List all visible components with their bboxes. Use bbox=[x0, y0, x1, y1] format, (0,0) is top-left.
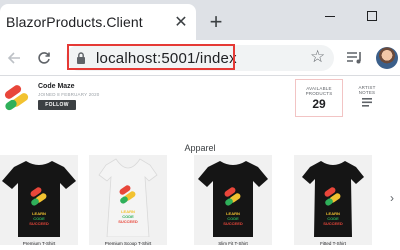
follow-button[interactable]: FOLLOW bbox=[38, 100, 76, 110]
product-card[interactable]: LEARN CODE SUCCEED Premium T-Shirt bbox=[0, 155, 78, 246]
code-maze-logo bbox=[4, 85, 29, 111]
brand-name: Code Maze bbox=[38, 83, 75, 90]
minimize-window-button[interactable] bbox=[318, 6, 342, 26]
close-icon[interactable]: ✕ bbox=[172, 13, 190, 31]
tshirt-image: LEARN CODE SUCCEED bbox=[198, 161, 268, 237]
media-queue-icon[interactable] bbox=[346, 49, 364, 67]
product-card[interactable]: LEARN CODE SUCCEED Premium Scoop T-Shirt bbox=[89, 155, 167, 246]
product-name[interactable]: Slim Fit T-Shirt bbox=[194, 241, 272, 246]
url-highlight-box bbox=[67, 44, 235, 70]
arrow-left-icon[interactable] bbox=[4, 48, 24, 68]
print-text-3: SUCCEED bbox=[323, 221, 343, 226]
tshirt-image: LEARN CODE SUCCEED bbox=[302, 161, 364, 237]
tab-title: BlazorProducts.Client bbox=[6, 14, 143, 30]
browser-tab[interactable]: BlazorProducts.Client ✕ bbox=[0, 4, 196, 40]
print-text-3: SUCCEED bbox=[223, 221, 243, 226]
plus-icon[interactable]: + bbox=[205, 11, 227, 33]
notes-icon bbox=[362, 98, 372, 107]
artist-notes-card[interactable]: ARTIST NOTES bbox=[352, 79, 382, 117]
available-products-label: AVAILABLE PRODUCTS bbox=[305, 86, 333, 96]
star-icon[interactable]: ☆ bbox=[310, 48, 325, 65]
tshirt-image: LEARN CODE SUCCEED bbox=[2, 161, 76, 237]
available-products-count: 29 bbox=[312, 97, 326, 111]
artist-notes-label: ARTIST NOTES bbox=[358, 85, 376, 95]
page-content: Code Maze JOINED 8 FEBRUARY 2020 FOLLOW … bbox=[0, 77, 400, 250]
product-name[interactable]: Fitted T-Shirt bbox=[294, 241, 372, 246]
product-card[interactable]: LEARN CODE SUCCEED Fitted T-Shirt bbox=[294, 155, 372, 246]
brand-joined-date: JOINED 8 FEBRUARY 2020 bbox=[38, 92, 100, 97]
product-name[interactable]: Premium Scoop T-Shirt bbox=[89, 241, 167, 246]
print-text-3: SUCCEED bbox=[118, 219, 138, 224]
tshirt-image: LEARN CODE SUCCEED bbox=[98, 158, 158, 237]
maximize-window-button[interactable] bbox=[360, 6, 384, 26]
avatar[interactable] bbox=[376, 47, 398, 69]
available-products-card[interactable]: AVAILABLE PRODUCTS 29 bbox=[295, 79, 343, 117]
chevron-right-icon[interactable]: › bbox=[386, 190, 398, 206]
reload-icon[interactable] bbox=[34, 48, 54, 68]
print-text-3: SUCCEED bbox=[29, 221, 49, 226]
section-title: Apparel bbox=[184, 143, 216, 153]
product-card[interactable]: LEARN CODE SUCCEED Slim Fit T-Shirt bbox=[194, 155, 272, 246]
browser-title-bar: BlazorProducts.Client ✕ + bbox=[0, 0, 400, 40]
product-name[interactable]: Premium T-Shirt bbox=[0, 241, 78, 246]
